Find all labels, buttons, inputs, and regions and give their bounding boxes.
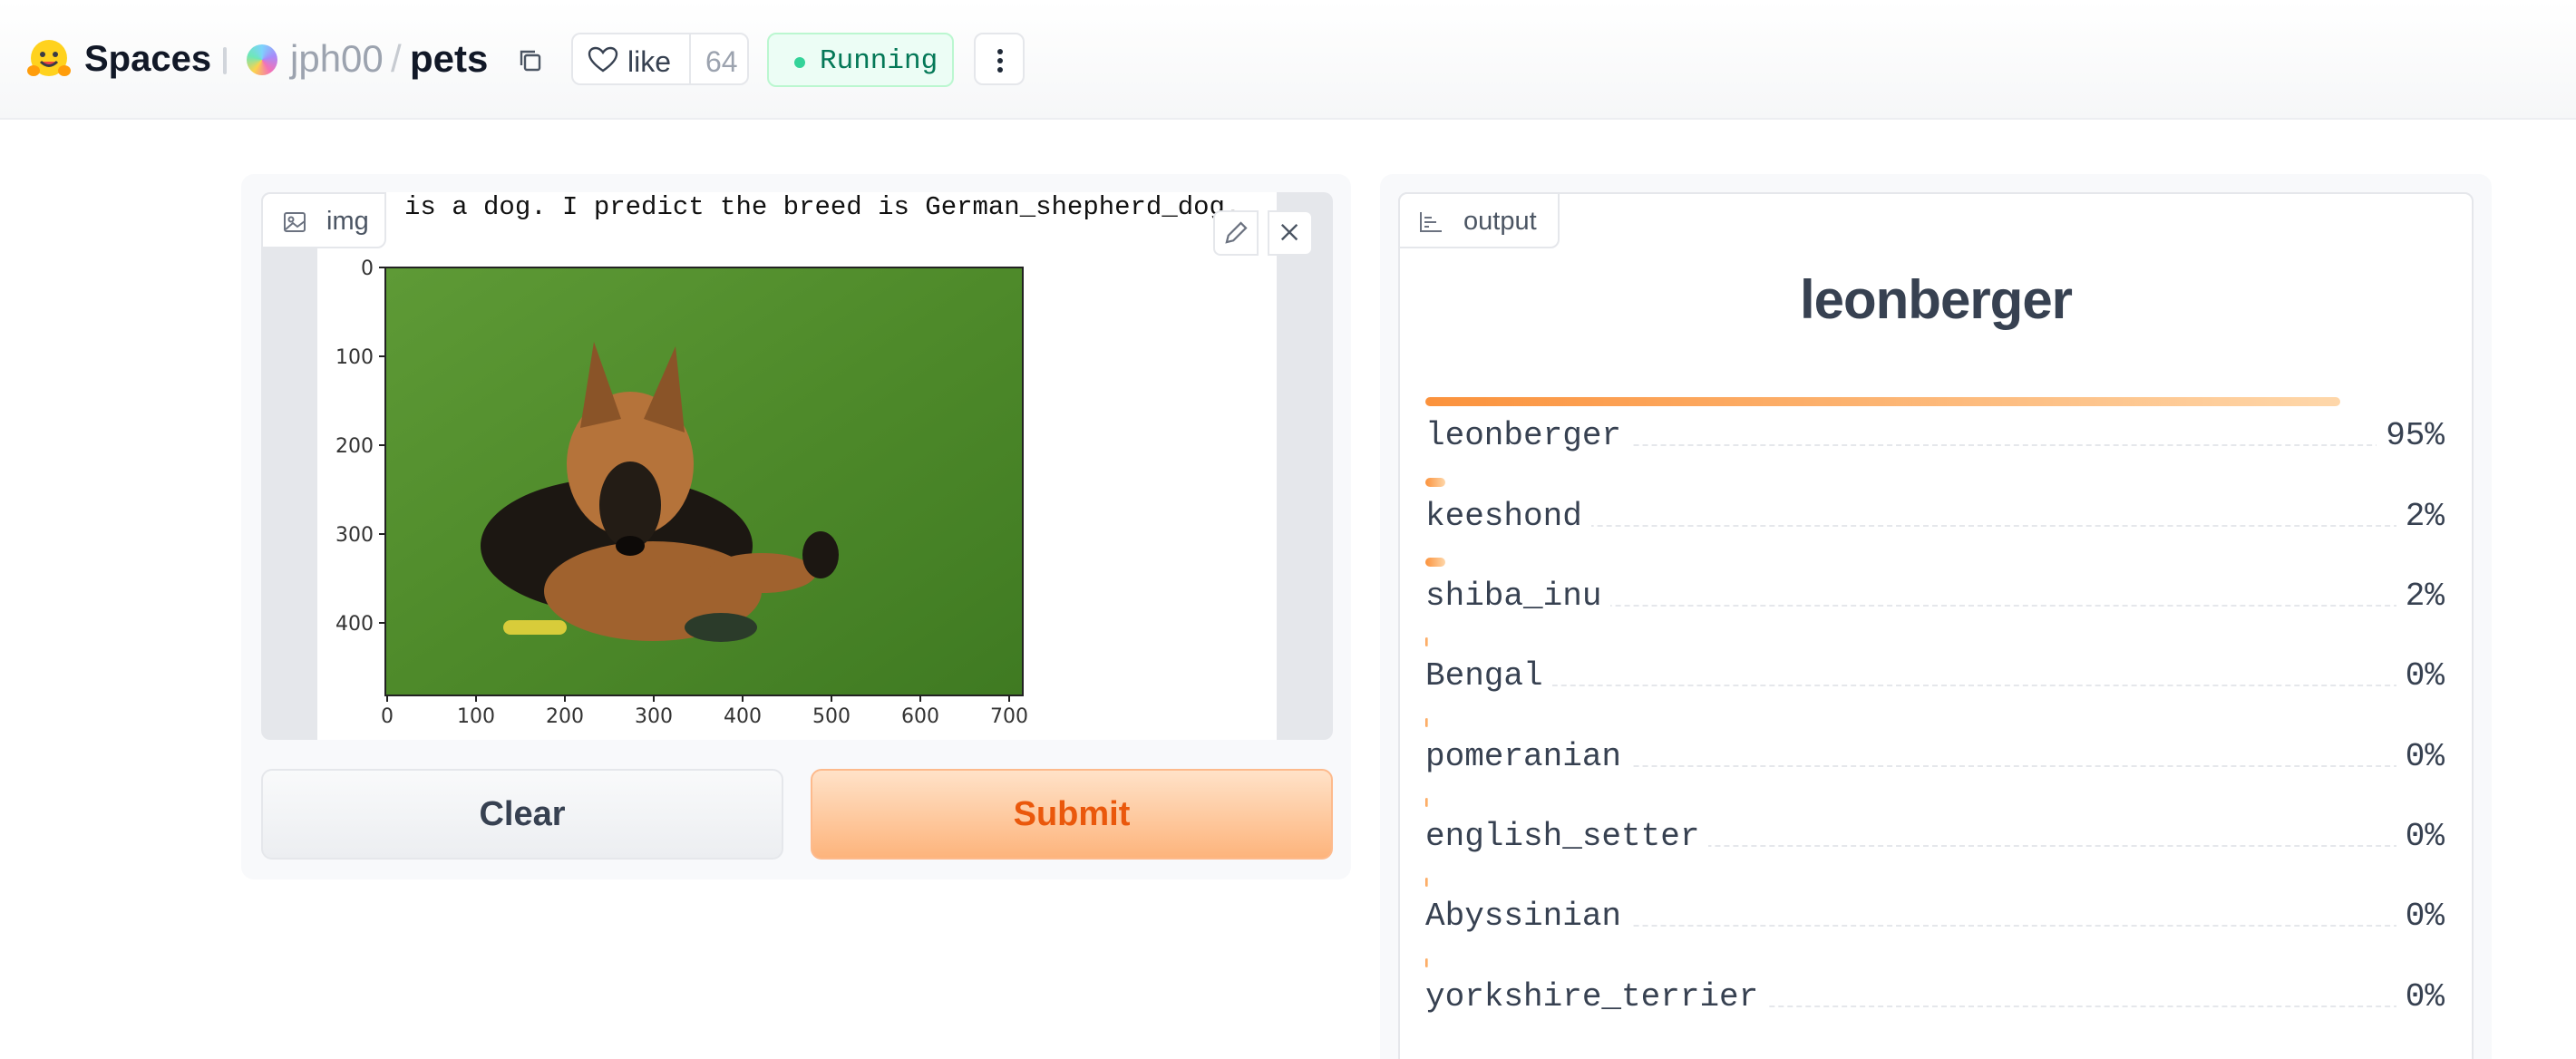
y-tick-label: 300	[335, 524, 374, 547]
x-tick-label: 300	[635, 705, 673, 728]
y-tick-label: 100	[335, 346, 374, 369]
y-tick-label: 400	[335, 613, 374, 636]
x-tick-label: 100	[457, 705, 495, 728]
confidence-bar-track	[1425, 397, 2388, 406]
confidence-bar	[1425, 397, 2340, 406]
confidence-bar-track	[1425, 478, 2388, 487]
edit-image-button[interactable]	[1213, 210, 1259, 256]
pencil-icon	[1225, 221, 1248, 244]
owner-link[interactable]: jph00	[290, 34, 384, 83]
close-icon	[1280, 223, 1298, 241]
confidence-label: Bengal	[1425, 657, 1552, 695]
confidence-percent: 0%	[2396, 657, 2445, 695]
heart-icon	[588, 46, 618, 73]
clear-image-button[interactable]	[1268, 210, 1313, 256]
chart-icon	[1420, 212, 1442, 232]
repo-name-link[interactable]: pets	[410, 34, 488, 83]
confidence-row: shiba_inu 2%	[1425, 558, 2445, 637]
owner-avatar[interactable]	[247, 44, 277, 75]
confidence-percent: 2%	[2396, 498, 2445, 535]
confidence-bar	[1425, 718, 1428, 727]
path-separator: /	[391, 37, 402, 80]
x-tick-label: 0	[381, 705, 394, 728]
confidence-row: Bengal 0%	[1425, 637, 2445, 717]
confidence-percent: 0%	[2396, 738, 2445, 775]
confidence-label: keeshond	[1425, 498, 1591, 535]
confidence-bar	[1425, 558, 1445, 567]
like-divider	[689, 34, 691, 83]
confidence-row: leonberger 95%	[1425, 397, 2445, 477]
confidence-leader-line	[1425, 685, 2445, 686]
like-label: like	[627, 45, 672, 78]
status-badge[interactable]: Running	[767, 33, 954, 87]
confidence-row: english_setter 0%	[1425, 798, 2445, 878]
confidence-label: shiba_inu	[1425, 578, 1611, 615]
confidence-percent: 95%	[2377, 417, 2445, 454]
image-caption: is a dog. I predict the breed is German_…	[404, 192, 1240, 222]
y-tick-label: 0	[361, 257, 374, 280]
output-label: output	[1398, 192, 1560, 248]
submit-button[interactable]: Submit	[811, 769, 1333, 860]
top-header: Spaces jph00 / pets like 64 Running	[0, 0, 2576, 120]
image-input-label: img	[261, 192, 386, 248]
confidence-bar-track	[1425, 718, 2388, 727]
y-tick-label: 200	[335, 435, 374, 458]
hugging-face-logo-icon[interactable]	[25, 36, 73, 83]
more-menu-button[interactable]	[974, 33, 1025, 85]
output-label-text: output	[1463, 207, 1537, 236]
header-divider	[223, 47, 227, 74]
more-vertical-icon-dot	[997, 58, 1003, 63]
confidence-label: pomeranian	[1425, 738, 1631, 775]
image-icon	[284, 212, 306, 232]
x-tick-label: 600	[901, 705, 939, 728]
like-button[interactable]: like 64	[571, 33, 749, 85]
confidence-label: english_setter	[1425, 818, 1709, 855]
confidence-bar	[1425, 958, 1428, 967]
status-label: Running	[820, 45, 938, 77]
confidence-bar	[1425, 798, 1428, 807]
confidence-row: keeshond 2%	[1425, 478, 2445, 558]
more-vertical-icon-dot	[997, 67, 1003, 73]
confidence-bar-track	[1425, 637, 2388, 646]
confidence-percent: 2%	[2396, 578, 2445, 615]
clear-button[interactable]: Clear	[261, 769, 783, 860]
confidence-row: yorkshire_terrier 0%	[1425, 958, 2445, 1038]
confidence-row: Abyssinian 0%	[1425, 878, 2445, 957]
confidence-bar-track	[1425, 878, 2388, 887]
confidence-label: yorkshire_terrier	[1425, 978, 1768, 1015]
copy-icon[interactable]	[515, 45, 546, 76]
spaces-link[interactable]: Spaces	[84, 34, 211, 83]
confidence-bar-track	[1425, 798, 2388, 807]
more-vertical-icon	[997, 49, 1003, 54]
uploaded-image: is a dog. I predict the breed is German_…	[317, 192, 1277, 740]
like-count[interactable]: 64	[705, 45, 738, 79]
x-tick-label: 700	[990, 705, 1028, 728]
predicted-label: leonberger	[1799, 269, 2073, 330]
confidence-label: Abyssinian	[1425, 898, 1631, 935]
x-tick-label: 400	[724, 705, 762, 728]
confidence-bar	[1425, 478, 1445, 487]
confidence-label: leonberger	[1425, 417, 1631, 454]
x-tick-label: 500	[812, 705, 851, 728]
x-tick-label: 200	[546, 705, 584, 728]
confidence-percent: 0%	[2396, 818, 2445, 855]
confidence-bar	[1425, 878, 1428, 887]
confidence-bar	[1425, 637, 1428, 646]
image-input-label-text: img	[326, 207, 369, 236]
status-dot-icon	[794, 57, 805, 68]
confidence-bar-track	[1425, 958, 2388, 967]
confidence-bar-track	[1425, 558, 2388, 567]
confidence-percent: 0%	[2396, 898, 2445, 935]
confidence-percent: 0%	[2396, 978, 2445, 1015]
confidence-row: pomeranian 0%	[1425, 718, 2445, 798]
